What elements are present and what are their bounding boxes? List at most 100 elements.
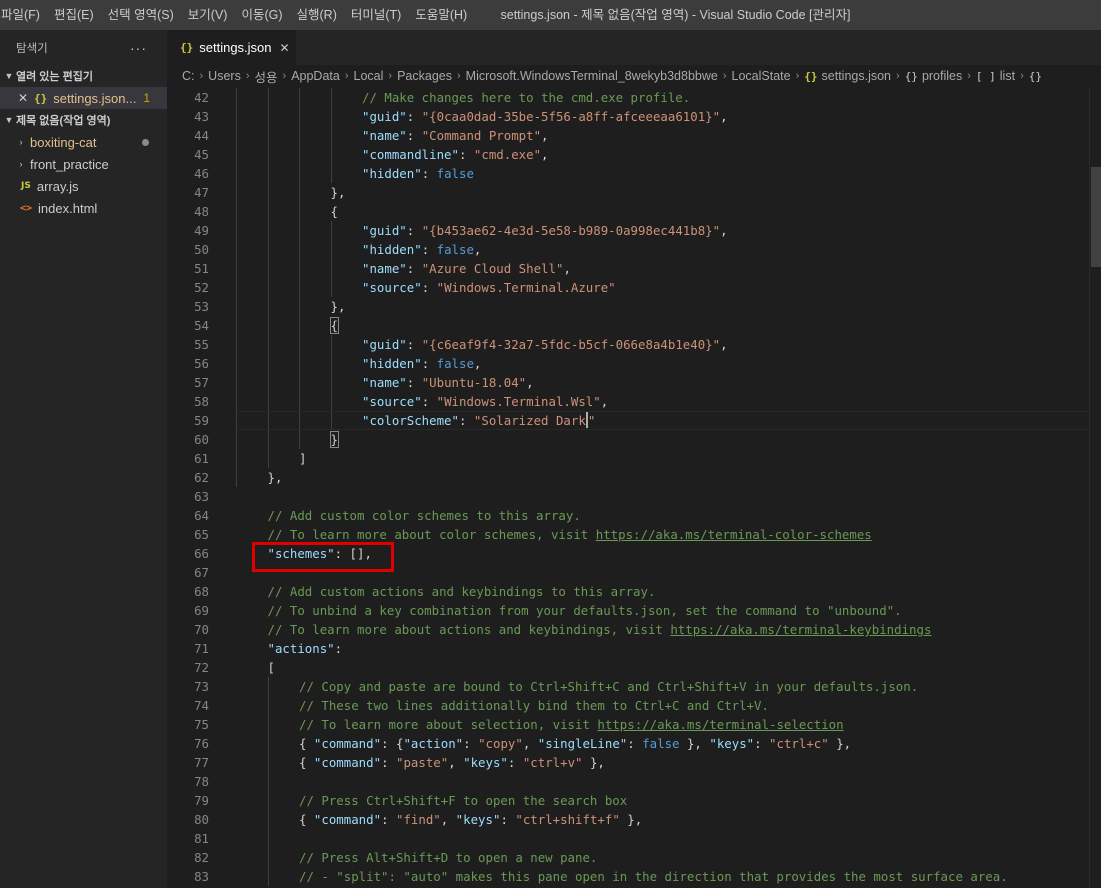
explorer-sidebar: 탐색기 ··· ▼ 열려 있는 편집기 ✕ {} settings.json..… — [0, 30, 167, 888]
code-editor[interactable]: 83 // - "split": "auto" makes this pane o… — [167, 87, 1101, 888]
code-text: }, — [331, 297, 346, 316]
code-text: [ — [268, 658, 275, 677]
file-item-index-html[interactable]: <> index.html — [0, 197, 167, 219]
line-number: 68 — [194, 584, 209, 599]
code-token: : — [406, 128, 422, 143]
code-token: // Add custom actions and keybindings to… — [267, 584, 656, 599]
line-number: 61 — [194, 451, 209, 466]
code-token: "copy" — [478, 736, 523, 751]
code-line: 58 "source": "Windows.Terminal.Wsl", — [167, 392, 1101, 411]
menu-item[interactable]: 파일(F) — [0, 0, 47, 30]
code-text: "guid": "{c6eaf9f4-32a7-5fdc-b5cf-066e8a… — [362, 335, 728, 354]
tab-settings-json[interactable]: {} settings.json ✕ — [167, 30, 296, 65]
code-line: 70 // To learn more about actions and key… — [167, 620, 1101, 639]
code-line: 55 "guid": "{c6eaf9f4-32a7-5fdc-b5cf-066e… — [167, 335, 1101, 354]
code-token: : — [500, 812, 516, 827]
code-token: "ctrl+v" — [522, 755, 583, 770]
code-text: // To learn more about actions and keybi… — [268, 620, 932, 639]
close-icon[interactable]: ✕ — [16, 91, 30, 105]
close-icon[interactable]: ✕ — [280, 41, 290, 55]
code-text: }, — [268, 468, 283, 487]
code-token: }, — [330, 185, 346, 200]
more-actions-icon[interactable]: ··· — [130, 40, 147, 56]
breadcrumb-item[interactable]: 성용 — [255, 67, 278, 86]
link-text[interactable]: https://aka.ms/terminal-selection — [597, 717, 843, 732]
menu-item[interactable]: 선택 영역(S) — [101, 0, 181, 30]
breadcrumb-item[interactable]: Microsoft.WindowsTerminal_8wekyb3d8bbwe — [466, 69, 718, 83]
link-text[interactable]: https://aka.ms/terminal-keybindings — [670, 622, 931, 637]
code-token: : — [381, 755, 396, 770]
breadcrumb-item[interactable]: list — [1000, 69, 1015, 83]
breadcrumb-item[interactable]: settings.json — [822, 69, 891, 83]
line-number: 69 — [194, 603, 209, 618]
breadcrumb-separator-icon: › — [344, 70, 349, 82]
code-line: 63 — [167, 487, 1101, 506]
code-token: // To learn more about selection, visit — [299, 717, 598, 732]
line-number: 82 — [194, 850, 209, 865]
code-token: , — [720, 223, 728, 238]
folder-item-front-practice[interactable]: › front_practice — [0, 153, 167, 175]
line-number: 56 — [194, 356, 209, 371]
code-text: { "command": {"action": "copy", "singleL… — [299, 734, 851, 753]
menu-item[interactable]: 이동(G) — [234, 0, 289, 30]
code-token: }, — [330, 299, 346, 314]
code-line: 44 "name": "Command Prompt", — [167, 126, 1101, 145]
code-text: } — [329, 430, 340, 449]
line-number: 75 — [194, 717, 209, 732]
line-number: 64 — [194, 508, 209, 523]
code-token: "source" — [362, 394, 422, 409]
menu-item[interactable]: 보기(V) — [181, 0, 235, 30]
code-token: "command" — [313, 812, 382, 827]
file-item-array-js[interactable]: JS array.js — [0, 175, 167, 197]
breadcrumb-item[interactable]: Local — [354, 69, 384, 83]
code-line: 56 "hidden": false, — [167, 354, 1101, 373]
folder-item-boxiting-cat[interactable]: › boxiting-cat — [0, 131, 167, 153]
code-line: 51 "name": "Azure Cloud Shell", — [167, 259, 1101, 278]
line-number: 71 — [194, 641, 209, 656]
object-icon: {} — [1028, 69, 1042, 83]
menu-item[interactable]: 도움말(H) — [408, 0, 474, 30]
breadcrumb-item[interactable]: Users — [208, 69, 241, 83]
js-file-icon: JS — [21, 181, 31, 191]
link-text[interactable]: https://aka.ms/terminal-color-schemes — [596, 527, 872, 542]
code-token: "guid" — [362, 109, 407, 124]
menu-item[interactable]: 터미널(T) — [344, 0, 408, 30]
breadcrumb-separator-icon: › — [456, 70, 461, 82]
open-editors-section[interactable]: ▼ 열려 있는 편집기 — [0, 65, 167, 87]
line-number: 77 — [194, 755, 209, 770]
workspace-section[interactable]: ▼ 제목 없음(작업 영역) — [0, 109, 167, 131]
vertical-scrollbar[interactable] — [1089, 87, 1101, 888]
code-token: , — [473, 242, 482, 257]
breadcrumb-item[interactable]: Packages — [397, 69, 452, 83]
breadcrumb-item[interactable]: LocalState — [732, 69, 791, 83]
code-text: // Press Alt+Shift+D to open a new pane. — [299, 848, 597, 867]
menu-item[interactable]: 편집(E) — [47, 0, 101, 30]
breadcrumb-item[interactable]: AppData — [291, 69, 340, 83]
code-token: // Press Alt+Shift+D to open a new pane. — [299, 850, 598, 865]
chevron-down-icon: ▼ — [4, 71, 14, 81]
sidebar-header: 탐색기 ··· — [0, 30, 167, 65]
code-line: 53}, — [167, 297, 1101, 316]
code-token: "Windows.Terminal.Azure" — [436, 280, 616, 295]
breadcrumb-separator-icon: › — [199, 70, 204, 82]
code-token: "actions" — [267, 641, 335, 656]
code-token: "paste" — [395, 755, 449, 770]
breadcrumb-item[interactable]: profiles — [922, 69, 962, 83]
line-number: 76 — [194, 736, 209, 751]
line-number: 46 — [194, 166, 209, 181]
code-text: "guid": "{b453ae62-4e3d-5e58-b989-0a998e… — [362, 221, 728, 240]
open-editor-item[interactable]: ✕ {} settings.json... 1 — [0, 87, 167, 109]
open-editor-label: settings.json... — [53, 90, 137, 106]
menu-item[interactable]: 실행(R) — [290, 0, 344, 30]
code-line: 48 { — [167, 202, 1101, 221]
code-token: // Make changes here to the cmd.exe prof… — [362, 90, 691, 105]
code-text: "hidden": false, — [362, 240, 481, 259]
workspace-label: 제목 없음(작업 영역) — [16, 115, 111, 127]
line-number: 78 — [194, 774, 209, 789]
scrollbar-thumb[interactable] — [1091, 167, 1101, 267]
breadcrumb-item[interactable]: C: — [182, 69, 195, 83]
code-token: }, — [619, 812, 643, 827]
code-text: // Make changes here to the cmd.exe prof… — [362, 88, 690, 107]
code-token: : — [334, 641, 343, 656]
code-token: : — [458, 147, 474, 162]
